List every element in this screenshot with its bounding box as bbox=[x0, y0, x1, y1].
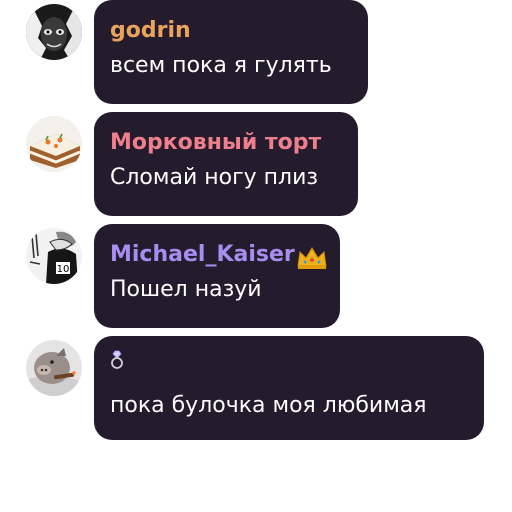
username[interactable]: Michael_Kaiser bbox=[110, 240, 324, 270]
username[interactable]: Морковный торт bbox=[110, 128, 342, 158]
avatar[interactable]: 10 bbox=[26, 228, 82, 284]
username[interactable]: godrin bbox=[110, 16, 352, 46]
message-bubble[interactable]: Морковный торт Сломай ногу плиз bbox=[94, 112, 358, 216]
pig-with-cigar-avatar-icon bbox=[26, 340, 82, 396]
svg-text:10: 10 bbox=[57, 264, 70, 275]
message-text: всем пока я гулять bbox=[110, 53, 332, 78]
message-bubble[interactable]: godrin всем пока я гулять bbox=[94, 0, 368, 104]
message-text: Сломай ногу плиз bbox=[110, 165, 319, 190]
crown-icon bbox=[297, 247, 327, 269]
username[interactable] bbox=[110, 352, 468, 374]
carrot-cake-avatar-icon bbox=[26, 116, 82, 172]
message-text: пока булочка моя любимая bbox=[110, 393, 427, 418]
diamond-ring-icon bbox=[111, 350, 123, 369]
manga-number-10-avatar-icon: 10 bbox=[26, 228, 82, 284]
avatar[interactable] bbox=[26, 4, 82, 60]
message-bubble[interactable]: Michael_Kaiser Пошел назуй bbox=[94, 224, 340, 328]
message-text: Пошел назуй bbox=[110, 277, 262, 302]
message-bubble[interactable]: пока булочка моя любимая bbox=[94, 336, 484, 440]
avatar[interactable] bbox=[26, 116, 82, 172]
dark-manga-face-avatar-icon bbox=[26, 4, 82, 60]
avatar[interactable] bbox=[26, 340, 82, 396]
